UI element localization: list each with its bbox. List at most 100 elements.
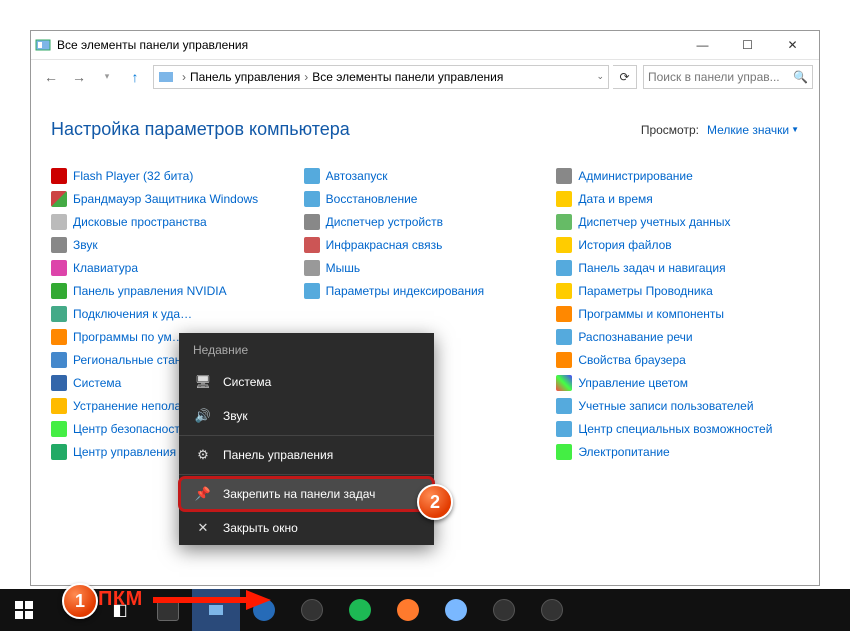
- menu-item-label: Закрыть окно: [223, 521, 298, 535]
- control-panel-item[interactable]: Программы и компоненты: [556, 306, 799, 322]
- breadcrumb[interactable]: Панель управления: [190, 70, 300, 84]
- taskbar-app[interactable]: [432, 589, 480, 631]
- item-label: Мышь: [326, 261, 361, 275]
- pin-icon: 📌: [193, 486, 213, 502]
- item-label: Центр управления …: [73, 445, 191, 459]
- item-label: Управление цветом: [578, 376, 688, 390]
- control-panel-item[interactable]: Дата и время: [556, 191, 799, 207]
- control-panel-item[interactable]: Электропитание: [556, 444, 799, 460]
- item-icon: [51, 375, 67, 391]
- item-icon: [51, 260, 67, 276]
- history-dropdown[interactable]: ▾: [93, 63, 121, 91]
- item-icon: [304, 237, 320, 253]
- control-panel-item[interactable]: Подключения к уда…: [51, 306, 294, 322]
- control-panel-item[interactable]: Восстановление: [304, 191, 547, 207]
- control-panel-item[interactable]: Свойства браузера: [556, 352, 799, 368]
- back-button[interactable]: ←: [37, 63, 65, 91]
- item-icon: [51, 398, 67, 414]
- control-panel-item[interactable]: Дисковые пространства: [51, 214, 294, 230]
- item-label: Региональные стан…: [73, 353, 193, 367]
- window-title: Все элементы панели управления: [57, 38, 680, 52]
- control-panel-item[interactable]: Параметры индексирования: [304, 283, 547, 299]
- close-window[interactable]: ✕ Закрыть окно: [179, 511, 434, 545]
- control-panel-icon: [35, 37, 51, 53]
- item-icon: [51, 214, 67, 230]
- item-label: Устранение непола…: [73, 399, 193, 413]
- control-panel-item[interactable]: Диспетчер устройств: [304, 214, 547, 230]
- taskbar-app[interactable]: [528, 589, 576, 631]
- item-icon: [304, 168, 320, 184]
- up-button[interactable]: ↑: [121, 63, 149, 91]
- control-panel-item[interactable]: Центр специальных возможностей: [556, 421, 799, 437]
- address-bar[interactable]: › Панель управления › Все элементы панел…: [153, 65, 609, 89]
- forward-button[interactable]: →: [65, 63, 93, 91]
- maximize-button[interactable]: ☐: [725, 31, 770, 59]
- address-icon: [158, 69, 174, 85]
- annotation-badge-2: 2: [417, 484, 453, 520]
- control-panel-item[interactable]: Администрирование: [556, 168, 799, 184]
- minimize-button[interactable]: —: [680, 31, 725, 59]
- taskbar-app[interactable]: [336, 589, 384, 631]
- pin-to-taskbar[interactable]: 📌 Закрепить на панели задач: [179, 477, 434, 511]
- content-header: Настройка параметров компьютера Просмотр…: [31, 93, 819, 150]
- menu-item-label: Система: [223, 375, 271, 389]
- item-icon: [304, 214, 320, 230]
- control-panel-item[interactable]: Мышь: [304, 260, 547, 276]
- item-icon: [556, 444, 572, 460]
- page-heading: Настройка параметров компьютера: [51, 119, 641, 140]
- control-panel-item[interactable]: Параметры Проводника: [556, 283, 799, 299]
- item-label: История файлов: [578, 238, 671, 252]
- control-panel-item[interactable]: Flash Player (32 бита): [51, 168, 294, 184]
- control-panel-item[interactable]: Клавиатура: [51, 260, 294, 276]
- item-icon: [51, 306, 67, 322]
- speaker-icon: 🔊: [193, 408, 213, 424]
- control-panel-item[interactable]: История файлов: [556, 237, 799, 253]
- item-label: Центр специальных возможностей: [578, 422, 772, 436]
- item-label: Подключения к уда…: [73, 307, 192, 321]
- menu-item-label: Звук: [223, 409, 248, 423]
- monitor-icon: 🖥: [193, 374, 213, 390]
- item-label: Центр безопасност…: [73, 422, 192, 436]
- control-panel-item[interactable]: Автозапуск: [304, 168, 547, 184]
- chevron-down-icon[interactable]: ▼: [791, 125, 799, 134]
- item-label: Программы и компоненты: [578, 307, 724, 321]
- item-icon: [51, 168, 67, 184]
- close-button[interactable]: ✕: [770, 31, 815, 59]
- control-panel-item[interactable]: Диспетчер учетных данных: [556, 214, 799, 230]
- item-label: Дисковые пространства: [73, 215, 207, 229]
- menu-item-label: Закрепить на панели задач: [223, 487, 375, 501]
- control-panel-item[interactable]: Панель управления NVIDIA: [51, 283, 294, 299]
- view-selector[interactable]: Мелкие значки: [707, 123, 789, 137]
- item-icon: [556, 375, 572, 391]
- control-panel-item[interactable]: Брандмауэр Защитника Windows: [51, 191, 294, 207]
- item-label: Распознавание речи: [578, 330, 692, 344]
- search-icon: 🔍: [793, 70, 808, 84]
- taskbar-app[interactable]: [288, 589, 336, 631]
- close-icon: ✕: [193, 520, 213, 536]
- refresh-button[interactable]: ⟳: [613, 65, 637, 89]
- breadcrumb[interactable]: Все элементы панели управления: [312, 70, 503, 84]
- control-panel-item[interactable]: Панель задач и навигация: [556, 260, 799, 276]
- navbar: ← → ▾ ↑ › Панель управления › Все элемен…: [31, 59, 819, 93]
- control-panel-item[interactable]: Звук: [51, 237, 294, 253]
- app-item-control-panel[interactable]: ⚙ Панель управления: [179, 438, 434, 472]
- search-input[interactable]: Поиск в панели управ... 🔍: [643, 65, 813, 89]
- taskbar-app[interactable]: [384, 589, 432, 631]
- item-label: Звук: [73, 238, 98, 252]
- control-panel-item[interactable]: Распознавание речи: [556, 329, 799, 345]
- recent-item-sound[interactable]: 🔊 Звук: [179, 399, 434, 433]
- start-button[interactable]: [0, 589, 48, 631]
- recent-item-system[interactable]: 🖥 Система: [179, 365, 434, 399]
- item-icon: [51, 329, 67, 345]
- item-icon: [556, 260, 572, 276]
- item-icon: [556, 421, 572, 437]
- item-icon: [304, 260, 320, 276]
- control-panel-item[interactable]: Управление цветом: [556, 375, 799, 391]
- control-panel-item[interactable]: Инфракрасная связь: [304, 237, 547, 253]
- separator: [179, 474, 434, 475]
- taskbar-app[interactable]: [480, 589, 528, 631]
- address-dropdown-icon[interactable]: ⌄: [596, 71, 604, 82]
- item-label: Панель задач и навигация: [578, 261, 725, 275]
- item-icon: [556, 306, 572, 322]
- control-panel-item[interactable]: Учетные записи пользователей: [556, 398, 799, 414]
